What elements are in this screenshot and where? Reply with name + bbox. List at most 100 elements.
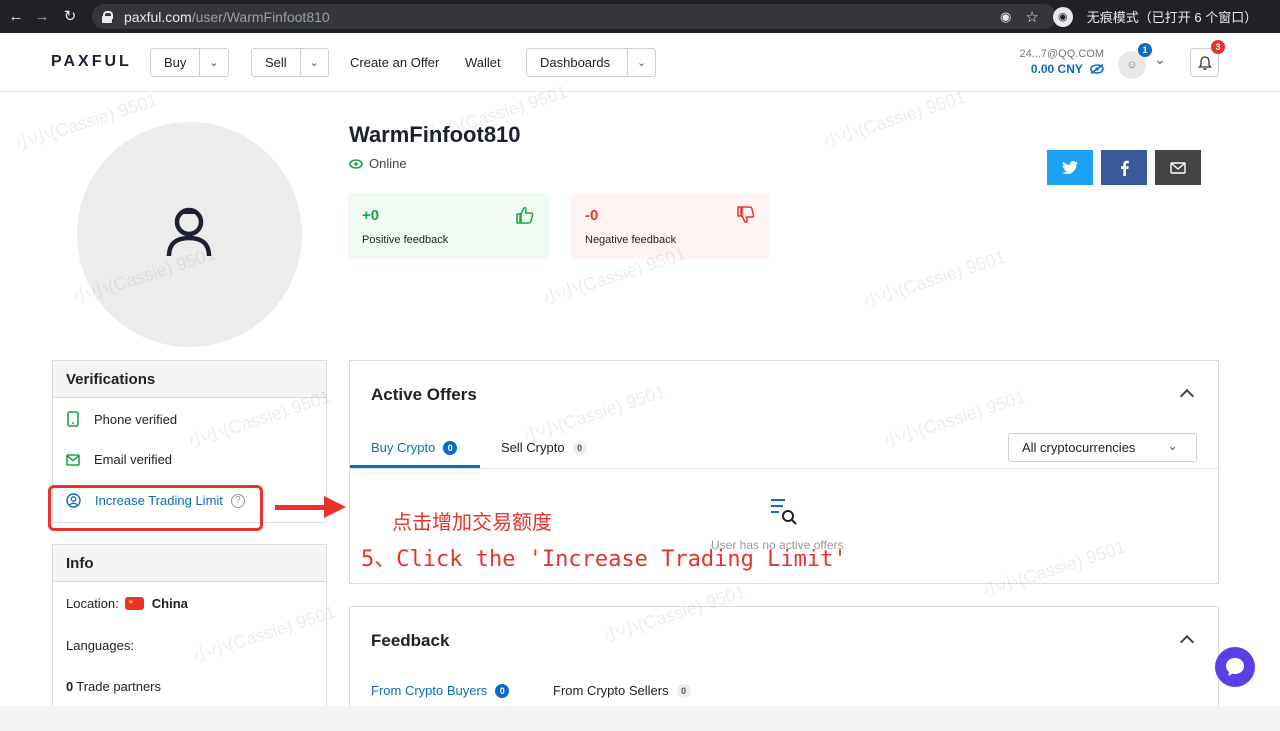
currency-select[interactable]: All cryptocurrencies ⌄	[1008, 433, 1197, 462]
facebook-share-button[interactable]	[1101, 150, 1147, 185]
envelope-icon	[66, 453, 80, 466]
phone-verified-row: Phone verified	[66, 411, 177, 427]
location-row: Location: ★ China	[66, 596, 188, 611]
email-share-button[interactable]	[1155, 150, 1201, 185]
tab-buyers-count: 0	[495, 683, 510, 698]
mail-icon	[1170, 161, 1186, 174]
tab-sellers-count: 0	[676, 683, 691, 698]
eye-icon	[349, 158, 363, 169]
location-label: Location:	[66, 596, 119, 611]
facebook-icon	[1120, 160, 1129, 176]
languages-row: Languages:	[66, 638, 134, 653]
tab-sell-crypto[interactable]: Sell Crypto 0	[501, 440, 587, 455]
arrow-head	[324, 496, 346, 518]
email-verified-row: Email verified	[66, 452, 172, 467]
chevron-down-icon[interactable]: ⌄	[628, 49, 655, 76]
tab-buy-crypto-count: 0	[443, 440, 458, 455]
positive-label: Positive feedback	[362, 234, 449, 246]
buy-label[interactable]: Buy	[151, 49, 201, 76]
negative-feedback-card: -0 Negative feedback	[571, 193, 770, 259]
star-icon[interactable]: ☆	[1025, 8, 1038, 26]
location-value: China	[151, 596, 188, 611]
feedback-title: Feedback	[371, 631, 450, 650]
chrome-right-tools: ◉ ☆ ◉ 无痕模式（已打开 6 个窗口）	[1000, 0, 1257, 33]
chevron-up-icon[interactable]	[1179, 388, 1195, 404]
lock-icon	[102, 10, 113, 23]
chevron-up-icon[interactable]	[1179, 634, 1195, 650]
sell-label[interactable]: Sell	[252, 49, 301, 76]
watermark: 小小(Cassie) 9501	[860, 246, 1008, 312]
reload-icon[interactable]: ↻	[56, 7, 84, 25]
arrow-shaft	[275, 505, 327, 510]
positive-feedback-card: +0 Positive feedback	[348, 193, 549, 259]
bottom-strip	[0, 706, 1280, 731]
bell-icon	[1197, 55, 1212, 70]
dashboards-label[interactable]: Dashboards	[527, 49, 629, 76]
positive-count: +0	[362, 207, 380, 224]
paxful-logo[interactable]: PAXFUL	[51, 53, 132, 71]
annotation-english: 5、Click the 'Increase Trading Limit'	[361, 547, 847, 572]
account-email: 24...7@QQ.COM	[1019, 48, 1104, 60]
thumbs-up-icon	[516, 207, 534, 224]
twitter-icon	[1062, 160, 1078, 174]
chat-bubble-icon	[1226, 658, 1244, 676]
watermark: 小小(Cassie) 9501	[820, 86, 968, 152]
active-offers-title: Active Offers	[371, 385, 477, 404]
dashboards-dropdown[interactable]: Dashboards ⌄	[526, 48, 656, 77]
negative-count: -0	[585, 207, 599, 224]
trade-partners-count: 0	[66, 679, 74, 694]
account-summary[interactable]: 24...7@QQ.COM 0.00 CNY	[1010, 48, 1104, 76]
chevron-down-icon[interactable]: ⌄	[301, 49, 328, 76]
buy-dropdown[interactable]: Buy ⌄	[150, 48, 229, 77]
currency-select-value: All cryptocurrencies	[1022, 440, 1136, 455]
notification-badge: 3	[1211, 40, 1225, 54]
chat-button[interactable]	[1215, 647, 1255, 687]
tabs-divider	[350, 468, 1218, 469]
tab-buy-crypto-label[interactable]: Buy Crypto	[371, 440, 435, 455]
verifications-title: Verifications	[53, 361, 326, 398]
negative-label: Negative feedback	[585, 234, 677, 246]
address-bar[interactable]: paxful.com/user/WarmFinfoot810	[92, 4, 1056, 29]
info-title: Info	[53, 545, 326, 582]
search-list-icon	[771, 499, 797, 525]
balance-text: 0.00 CNY	[1030, 62, 1083, 76]
eye-slash-icon[interactable]	[1090, 63, 1104, 75]
eye-slash-icon[interactable]: ◉	[1000, 9, 1011, 25]
online-label: Online	[369, 156, 407, 171]
tab-from-crypto-buyers[interactable]: From Crypto Buyers 0	[371, 683, 510, 698]
forward-arrow-icon[interactable]: →	[28, 8, 56, 25]
online-status: Online	[349, 156, 407, 171]
languages-label: Languages:	[66, 638, 134, 653]
feedback-panel: Feedback From Crypto Buyers 0 From Crypt…	[349, 606, 1219, 716]
site-header: PAXFUL Buy ⌄ Sell ⌄ Create an Offer Wall…	[0, 33, 1280, 92]
sell-dropdown[interactable]: Sell ⌄	[251, 48, 329, 77]
url-path: /user/WarmFinfoot810	[191, 8, 330, 25]
thumbs-down-icon	[737, 206, 755, 223]
chevron-down-icon[interactable]: ⌄	[200, 49, 227, 76]
tab-sellers-label[interactable]: From Crypto Sellers	[553, 683, 669, 698]
trade-partners-row: 0 Trade partners	[66, 679, 161, 694]
url-host: paxful.com	[124, 8, 192, 25]
profile-username: WarmFinfoot810	[349, 122, 521, 147]
tab-buy-crypto[interactable]: Buy Crypto 0	[371, 440, 458, 455]
avatar-badge: 1	[1138, 43, 1152, 57]
incognito-label[interactable]: 无痕模式（已打开 6 个窗口）	[1087, 7, 1257, 26]
annotation-chinese: 点击增加交易额度	[392, 510, 552, 534]
phone-verified-label: Phone verified	[94, 411, 178, 427]
balance-value: 0.00 CNY	[1010, 62, 1104, 76]
chevron-down-icon[interactable]: ⌄	[1154, 51, 1166, 68]
tab-buyers-label[interactable]: From Crypto Buyers	[371, 683, 487, 698]
incognito-icon: ◉	[1052, 6, 1073, 27]
highlight-box	[48, 485, 263, 531]
back-arrow-icon[interactable]: ←	[2, 8, 30, 25]
wallet-link[interactable]: Wallet	[465, 55, 501, 70]
tab-from-crypto-sellers[interactable]: From Crypto Sellers 0	[553, 683, 691, 698]
tab-sell-crypto-label[interactable]: Sell Crypto	[501, 440, 565, 455]
twitter-share-button[interactable]	[1047, 150, 1093, 185]
info-panel: Info Location: ★ China Languages: 0 Trad…	[52, 544, 327, 719]
browser-chrome: ← → ↻ paxful.com/user/WarmFinfoot810 ◉ ☆…	[0, 0, 1280, 33]
email-verified-label: Email verified	[94, 452, 173, 467]
create-offer-link[interactable]: Create an Offer	[350, 55, 439, 70]
phone-icon	[67, 411, 79, 427]
tab-sell-crypto-count: 0	[572, 440, 587, 455]
